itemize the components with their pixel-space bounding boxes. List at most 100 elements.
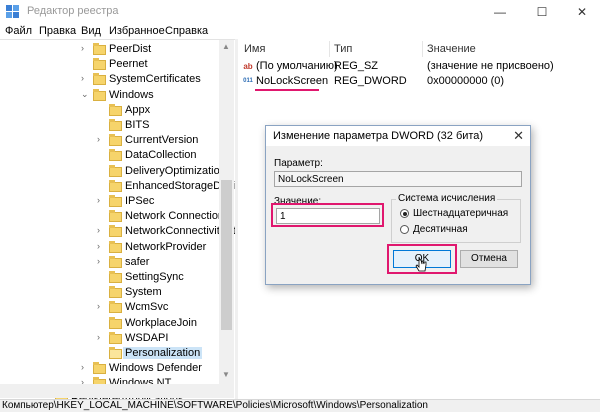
column-header-value[interactable]: Значение — [427, 43, 476, 55]
chevron-right-icon[interactable]: › — [81, 362, 89, 372]
radio-hex-label[interactable]: Шестнадцатеричная — [413, 208, 508, 219]
tree-node[interactable]: DataCollection — [0, 148, 235, 163]
tree-node[interactable]: ⌄ Windows — [0, 88, 235, 103]
highlight-underline — [255, 89, 319, 91]
minimize-button[interactable]: — — [480, 0, 520, 24]
tree-node-label: Personalization — [123, 347, 203, 359]
chevron-right-icon[interactable]: › — [97, 301, 105, 311]
column-separator[interactable] — [329, 41, 330, 57]
column-header-name[interactable]: Имя — [244, 43, 265, 55]
folder-icon — [93, 73, 106, 86]
tree-node[interactable]: DeliveryOptimization — [0, 164, 235, 179]
radio-hexadecimal[interactable] — [400, 209, 409, 218]
tree-node-label: NetworkProvider — [125, 240, 207, 253]
base-group: Система исчисления Шестнадцатеричная Дес… — [391, 193, 521, 243]
chevron-right-icon[interactable]: › — [97, 256, 105, 266]
folder-icon — [109, 286, 122, 299]
tree-node-label: SettingSync — [125, 271, 184, 283]
radio-decimal[interactable] — [400, 225, 409, 234]
dialog-close-icon[interactable]: ✕ — [513, 128, 524, 144]
close-button[interactable]: ✕ — [562, 0, 600, 24]
param-label: Параметр: — [274, 158, 323, 169]
window-title: Редактор реестра — [27, 5, 119, 17]
menu-view[interactable]: Вид — [81, 25, 101, 37]
tree-node-label: Appx — [125, 103, 151, 116]
chevron-right-icon[interactable]: › — [97, 241, 105, 251]
chevron-right-icon[interactable]: › — [97, 225, 105, 235]
tree-node[interactable]: › NetworkConnectivitySta — [0, 224, 235, 239]
chevron-right-icon[interactable]: › — [97, 332, 105, 342]
tree-node[interactable]: › safer — [0, 255, 235, 270]
menu-help[interactable]: Справка — [165, 25, 208, 37]
tree-node[interactable]: Personalization — [0, 346, 235, 361]
menu-bar: Файл Правка Вид Избранное Справка — [0, 24, 600, 40]
folder-icon — [109, 240, 122, 253]
value-name: NoLockScreen — [256, 75, 329, 87]
tree-horizontal-scrollbar[interactable] — [0, 384, 219, 398]
tree-node[interactable]: BITS — [0, 118, 235, 133]
tree-node-label: WcmSvc — [125, 301, 169, 314]
tree-node[interactable]: SettingSync — [0, 270, 235, 285]
tree-node[interactable]: › Windows Defender — [0, 361, 235, 376]
folder-icon — [109, 195, 122, 207]
tree-node-label: Peernet — [109, 58, 148, 71]
tree-node[interactable]: › WcmSvc — [0, 300, 235, 315]
registry-tree[interactable]: › PeerDist Peernet › SystemCertificates ⌄ Wind… — [0, 39, 235, 400]
radio-dec-label[interactable]: Десятичная — [413, 224, 468, 235]
string-value-icon: ab — [243, 62, 253, 71]
tree-node[interactable]: › WSDAPI — [0, 331, 235, 346]
tree-node[interactable]: EnhancedStorageDevice — [0, 179, 235, 194]
tree-node[interactable]: Network Connections — [0, 209, 235, 224]
tree-node[interactable]: › PeerDist — [0, 42, 235, 57]
folder-icon — [109, 271, 122, 283]
tree-vertical-scrollbar[interactable]: ▲ ▼ — [219, 40, 234, 398]
scroll-thumb[interactable] — [221, 180, 232, 330]
mouse-pointer-icon — [415, 256, 427, 272]
chevron-down-icon[interactable]: ⌄ — [81, 89, 89, 99]
folder-icon — [109, 225, 122, 238]
tree-node-label: safer — [125, 255, 150, 268]
tree-node[interactable]: › IPSec — [0, 194, 235, 209]
column-separator[interactable] — [422, 41, 423, 57]
tree-node-label: BITS — [125, 119, 150, 131]
folder-icon — [109, 301, 122, 314]
tree-node-label: CurrentVersion — [125, 134, 199, 147]
tree-node-label: WorkplaceJoin — [125, 316, 197, 329]
scroll-up-icon[interactable]: ▲ — [222, 42, 230, 51]
tree-node[interactable]: Appx — [0, 103, 235, 118]
status-bar-path: Компьютер\HKEY_LOCAL_MACHINE\SOFTWARE\Po… — [0, 399, 600, 412]
menu-file[interactable]: Файл — [5, 25, 32, 37]
value-row-default[interactable]: ab (По умолчанию) REG_SZ (значение не пр… — [238, 59, 600, 74]
folder-icon — [109, 119, 122, 131]
scroll-down-icon[interactable]: ▼ — [222, 370, 230, 379]
menu-edit[interactable]: Правка — [39, 25, 76, 37]
tree-node-label: System — [125, 286, 162, 299]
chevron-right-icon[interactable]: › — [81, 43, 89, 53]
tree-node[interactable]: System — [0, 285, 235, 300]
folder-icon — [109, 103, 122, 116]
tree-node[interactable]: › NetworkProvider — [0, 240, 235, 255]
value-data: 0x00000000 (0) — [427, 75, 505, 87]
tree-node-label: DeliveryOptimization — [125, 164, 226, 177]
tree-node-label: IPSec — [125, 195, 155, 207]
folder-icon — [109, 134, 122, 147]
value-input[interactable]: 1 — [276, 208, 380, 224]
value-name: (По умолчанию) — [256, 60, 338, 72]
tree-node[interactable]: WorkplaceJoin — [0, 316, 235, 331]
tree-node[interactable]: Peernet — [0, 57, 235, 72]
chevron-right-icon[interactable]: › — [81, 73, 89, 83]
tree-node[interactable]: › SystemCertificates — [0, 72, 235, 87]
value-type: REG_SZ — [334, 60, 379, 72]
maximize-button[interactable]: ☐ — [522, 0, 562, 24]
column-header-type[interactable]: Тип — [334, 43, 352, 55]
folder-icon — [109, 347, 122, 359]
tree-node[interactable]: › CurrentVersion — [0, 133, 235, 148]
chevron-right-icon[interactable]: › — [97, 134, 105, 144]
chevron-right-icon[interactable]: › — [97, 195, 105, 205]
tree-node-label: PeerDist — [109, 43, 152, 55]
registry-editor-icon — [6, 5, 19, 18]
cancel-button[interactable]: Отмена — [460, 250, 518, 268]
tree-node-label: Network Connections — [125, 210, 230, 223]
value-row-nolockscreen[interactable]: 011 NoLockScreen REG_DWORD 0x00000000 (0… — [238, 74, 600, 91]
menu-favorites[interactable]: Избранное — [109, 25, 165, 37]
